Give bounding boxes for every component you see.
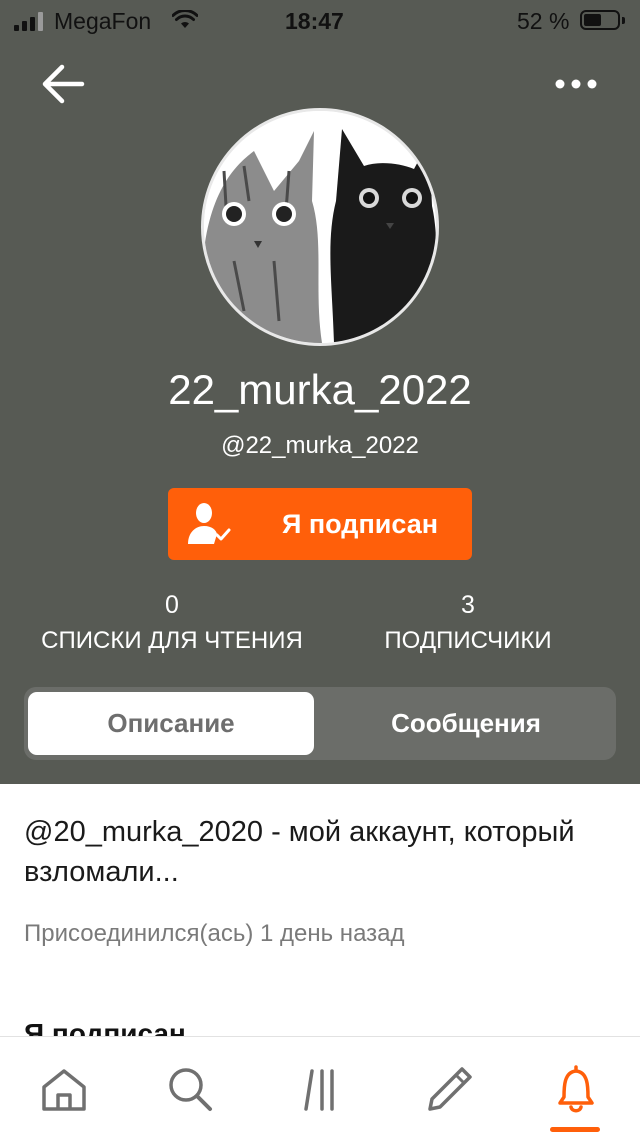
joined-date: Присоединился(ась) 1 день назад	[24, 920, 405, 947]
nav-write[interactable]	[418, 1059, 478, 1119]
write-icon	[428, 1067, 472, 1111]
following-button[interactable]: Я подписан	[168, 488, 472, 560]
reading-lists-stat[interactable]: 0 СПИСКИ ДЛЯ ЧТЕНИЯ	[22, 590, 322, 658]
carrier-name: MegaFon	[54, 8, 152, 34]
tab-description[interactable]: Описание	[28, 692, 314, 755]
battery-icon	[580, 10, 620, 30]
library-icon	[304, 1069, 334, 1111]
back-button[interactable]	[38, 60, 90, 108]
status-bar: MegaFon 18:47 52 %	[0, 0, 640, 42]
followers-stat[interactable]: 3 ПОДПИСЧИКИ	[318, 590, 618, 658]
signal-icon	[14, 11, 43, 31]
battery-percent: 52 %	[517, 8, 570, 34]
tab-messages[interactable]: Сообщения	[320, 692, 612, 755]
avatar-image	[204, 111, 436, 343]
battery-tip	[622, 17, 625, 24]
nav-library[interactable]	[290, 1059, 350, 1119]
more-options-button[interactable]	[548, 68, 604, 100]
more-horizontal-icon	[555, 79, 597, 89]
user-check-icon	[188, 503, 231, 544]
followers-count: 3	[461, 591, 475, 619]
username-handle: @22_murka_2022	[221, 432, 419, 459]
search-icon	[169, 1068, 212, 1111]
reading-lists-label: СПИСКИ ДЛЯ ЧТЕНИЯ	[41, 627, 303, 654]
arrow-left-icon	[42, 64, 85, 104]
wifi-icon	[172, 10, 198, 28]
notifications-icon	[558, 1065, 594, 1113]
nav-notifications[interactable]	[546, 1059, 606, 1119]
bottom-nav	[0, 1036, 640, 1137]
nav-search[interactable]	[160, 1059, 220, 1119]
profile-avatar[interactable]	[201, 108, 439, 346]
nav-home[interactable]	[34, 1059, 94, 1119]
battery-level	[584, 14, 601, 26]
followers-label: ПОДПИСЧИКИ	[384, 627, 552, 654]
display-name: 22_murka_2022	[168, 366, 472, 413]
home-icon	[42, 1069, 86, 1111]
profile-tabs: Описание Сообщения	[24, 687, 616, 760]
active-tab-indicator	[550, 1127, 600, 1132]
reading-lists-count: 0	[165, 591, 179, 619]
status-time: 18:47	[285, 8, 344, 34]
following-button-label: Я подписан	[281, 509, 439, 539]
profile-bio: @20_murka_2020 - мой аккаунт, который вз…	[24, 816, 575, 888]
